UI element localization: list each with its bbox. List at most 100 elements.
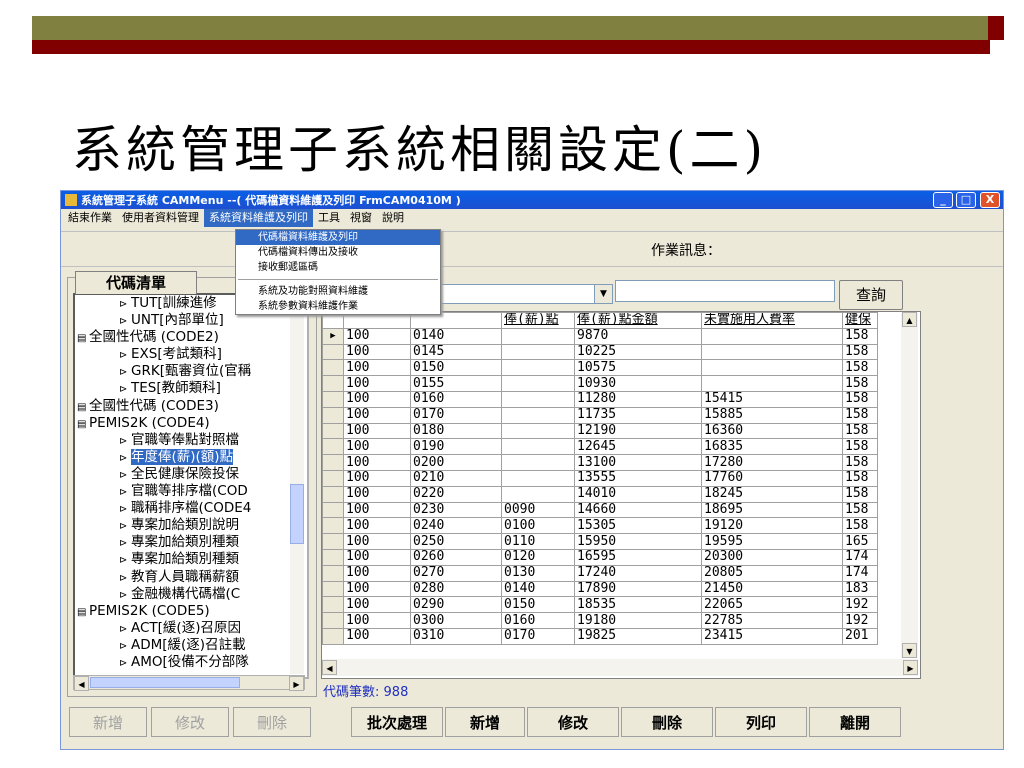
- rate-cell[interactable]: 20805: [701, 564, 843, 582]
- menu-tools[interactable]: 工具: [313, 209, 345, 227]
- point-cell[interactable]: 0270: [410, 564, 502, 582]
- tree-leaf-node[interactable]: ⊳ GRK[甄審資位(官稱: [75, 363, 307, 380]
- menu-help[interactable]: 說明: [377, 209, 409, 227]
- amount-cell[interactable]: [501, 438, 575, 456]
- point-cell[interactable]: 0160: [410, 390, 502, 408]
- grid-header-rate[interactable]: 未實施用人費率: [701, 312, 843, 329]
- table-row[interactable]: 100 0240 0100 15305 19120 158: [322, 517, 878, 535]
- amount-cell[interactable]: 0090: [501, 501, 575, 519]
- dropdown-item-code-transfer[interactable]: 代碼檔資料傳出及接收: [236, 245, 440, 260]
- delete-button[interactable]: 刪除: [621, 707, 713, 737]
- point-amount-cell[interactable]: 14010: [574, 485, 702, 503]
- year-cell[interactable]: 100: [343, 485, 411, 503]
- grid-horizontal-scrollbar[interactable]: ◀ ▶: [322, 659, 918, 676]
- point-cell[interactable]: 0140: [410, 327, 502, 345]
- tree-leaf-node[interactable]: ⊳ ADM[緩(逐)召註載: [75, 637, 307, 654]
- rate-cell[interactable]: 19595: [701, 533, 843, 550]
- tree-folder-node[interactable]: ▤ 全國性代碼 (CODE2): [75, 329, 307, 346]
- point-amount-cell[interactable]: 19825: [574, 627, 702, 645]
- amount-cell[interactable]: 0150: [501, 596, 575, 614]
- table-row[interactable]: 100 0280 0140 17890 21450 183: [322, 580, 878, 598]
- left-delete-button[interactable]: 刪除: [233, 707, 311, 737]
- table-row[interactable]: 100 0155 10930 158: [322, 375, 878, 392]
- row-selector[interactable]: [322, 548, 344, 566]
- amount-cell[interactable]: [501, 327, 575, 345]
- health-cell[interactable]: 158: [842, 501, 878, 519]
- row-selector[interactable]: [322, 438, 344, 456]
- tree-folder-node[interactable]: ▤ PEMIS2K (CODE5): [75, 603, 307, 620]
- point-cell[interactable]: 0150: [410, 359, 502, 377]
- close-button[interactable]: X: [980, 192, 1000, 208]
- point-cell[interactable]: 0145: [410, 343, 502, 361]
- add-button[interactable]: 新增: [445, 707, 525, 737]
- point-amount-cell[interactable]: 9870: [574, 327, 702, 345]
- point-cell[interactable]: 0250: [410, 533, 502, 550]
- tree-folder-node[interactable]: ▤ 全國性代碼 (CODE3): [75, 398, 307, 415]
- scroll-left-icon[interactable]: ◀: [74, 676, 89, 691]
- health-cell[interactable]: 158: [842, 390, 878, 408]
- health-cell[interactable]: 158: [842, 406, 878, 424]
- point-cell[interactable]: 0210: [410, 469, 502, 487]
- year-cell[interactable]: 100: [343, 327, 411, 345]
- point-cell[interactable]: 0280: [410, 580, 502, 598]
- rate-cell[interactable]: 23415: [701, 627, 843, 645]
- row-selector[interactable]: [322, 375, 344, 392]
- row-selector[interactable]: [322, 501, 344, 519]
- rate-cell[interactable]: [701, 359, 843, 377]
- minimize-button[interactable]: _: [933, 192, 953, 208]
- table-row[interactable]: 100 0220 14010 18245 158: [322, 485, 878, 503]
- year-cell[interactable]: 100: [343, 596, 411, 614]
- amount-cell[interactable]: 0170: [501, 627, 575, 645]
- table-row[interactable]: 100 0150 10575 158: [322, 359, 878, 377]
- rate-cell[interactable]: 16835: [701, 438, 843, 456]
- year-cell[interactable]: 100: [343, 533, 411, 550]
- tree-leaf-node[interactable]: ⊳ 專案加給類別說明: [75, 517, 307, 534]
- amount-cell[interactable]: [501, 469, 575, 487]
- rate-cell[interactable]: 16360: [701, 422, 843, 440]
- row-selector[interactable]: [322, 612, 344, 629]
- scroll-down-icon[interactable]: ▼: [902, 643, 917, 658]
- year-cell[interactable]: 100: [343, 517, 411, 535]
- health-cell[interactable]: 192: [842, 612, 878, 629]
- table-row[interactable]: 100 0310 0170 19825 23415 201: [322, 627, 878, 645]
- row-selector[interactable]: [322, 390, 344, 408]
- data-grid[interactable]: 俸(薪)點 俸(薪)點金額 未實施用人費率 健保 ▶ 100 0140 9870 158…: [321, 311, 921, 679]
- year-cell[interactable]: 100: [343, 343, 411, 361]
- point-cell[interactable]: 0220: [410, 485, 502, 503]
- rate-cell[interactable]: 20300: [701, 548, 843, 566]
- amount-cell[interactable]: 0110: [501, 533, 575, 550]
- point-amount-cell[interactable]: 14660: [574, 501, 702, 519]
- health-cell[interactable]: 174: [842, 548, 878, 566]
- point-cell[interactable]: 0240: [410, 517, 502, 535]
- row-selector[interactable]: [322, 485, 344, 503]
- table-row[interactable]: 100 0210 13555 17760 158: [322, 469, 878, 487]
- amount-cell[interactable]: [501, 375, 575, 392]
- row-selector[interactable]: [322, 627, 344, 645]
- health-cell[interactable]: 158: [842, 469, 878, 487]
- query-button[interactable]: 查詢: [839, 280, 903, 310]
- tree-leaf-node[interactable]: ⊳ 年度俸(薪)(額)點: [75, 448, 307, 466]
- amount-cell[interactable]: 0140: [501, 580, 575, 598]
- point-amount-cell[interactable]: 11735: [574, 406, 702, 424]
- table-row[interactable]: 100 0300 0160 19180 22785 192: [322, 612, 878, 629]
- row-selector[interactable]: [322, 517, 344, 535]
- row-selector[interactable]: [322, 580, 344, 598]
- table-row[interactable]: 100 0180 12190 16360 158: [322, 422, 878, 440]
- exit-button[interactable]: 離開: [809, 707, 901, 737]
- amount-cell[interactable]: [501, 454, 575, 471]
- tree-folder-node[interactable]: ▤ PEMIS2K (CODE4): [75, 415, 307, 432]
- amount-cell[interactable]: [501, 422, 575, 440]
- grid-header-health[interactable]: 健保: [842, 312, 878, 329]
- point-amount-cell[interactable]: 18535: [574, 596, 702, 614]
- point-amount-cell[interactable]: 12645: [574, 438, 702, 456]
- dropdown-item-system-params[interactable]: 系統參數資料維護作業: [236, 299, 440, 314]
- year-cell[interactable]: 100: [343, 422, 411, 440]
- tree-leaf-node[interactable]: ⊳ 全民健康保險投保: [75, 466, 307, 483]
- menu-system-data[interactable]: 系統資料維護及列印: [204, 209, 313, 227]
- point-cell[interactable]: 0230: [410, 501, 502, 519]
- row-selector[interactable]: [322, 596, 344, 614]
- rate-cell[interactable]: 22065: [701, 596, 843, 614]
- point-cell[interactable]: 0200: [410, 454, 502, 471]
- point-cell[interactable]: 0190: [410, 438, 502, 456]
- tree-leaf-node[interactable]: ⊳ 專案加給類別種類: [75, 534, 307, 551]
